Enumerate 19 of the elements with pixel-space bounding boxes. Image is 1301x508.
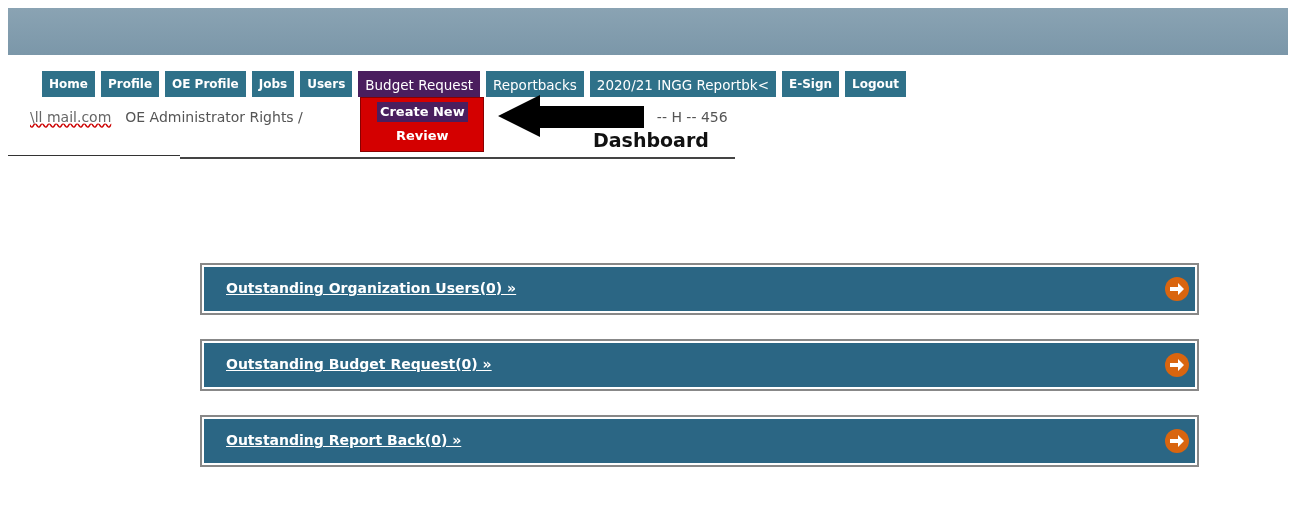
nav-tab[interactable]: Users	[300, 71, 353, 97]
menu-item[interactable]: Review	[393, 125, 452, 145]
nav-tab[interactable]: Profile	[100, 71, 160, 97]
code-text: -- H -- 456	[656, 108, 728, 127]
nav-tab[interactable]: Reportbacks	[485, 71, 584, 97]
panel-link[interactable]: Outstanding Budget Request(0) »	[226, 354, 492, 375]
nav-tab[interactable]: Jobs	[251, 71, 295, 97]
role-text: OE Administrator Rights /	[125, 108, 303, 127]
email-text: \ll mail.com	[30, 108, 112, 127]
panel-link[interactable]: Outstanding Report Back(0) »	[226, 430, 462, 451]
nav-tab[interactable]: E-Sign	[781, 71, 840, 97]
nav-tab[interactable]: OE Profile	[165, 71, 246, 97]
menu-item[interactable]: Create New	[376, 102, 468, 122]
nav-tab[interactable]: Home	[42, 71, 95, 97]
panel-link[interactable]: Outstanding Organization Users(0) »	[226, 278, 517, 299]
nav-tab[interactable]: Logout	[845, 71, 907, 97]
page-title: Dashboard	[593, 128, 709, 153]
nav-tab[interactable]: 2020/21 INGG Reportbk<	[589, 71, 776, 97]
nav-tab[interactable]: Budget Request	[358, 71, 480, 97]
